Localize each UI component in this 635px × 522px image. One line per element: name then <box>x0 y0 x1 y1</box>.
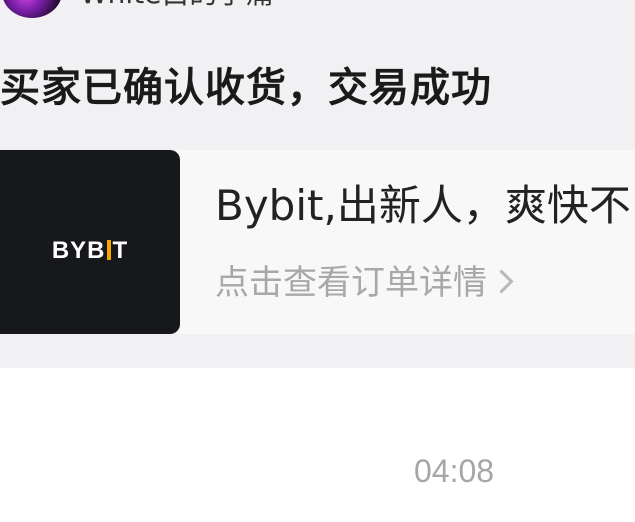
username: White白的手痛 <box>80 0 273 10</box>
product-title: Bybit,出新人，爽快不 <box>215 181 631 230</box>
message-area: White白的手痛 买家已确认收货，交易成功 BYBT Bybit,出新人，爽快… <box>0 0 635 368</box>
product-thumbnail: BYB T <box>0 150 180 334</box>
bybit-logo: BYB T <box>51 237 129 264</box>
message-timestamp: 04:08 <box>414 453 495 489</box>
avatar[interactable] <box>2 0 62 18</box>
order-card[interactable]: BYB T Bybit,出新人，爽快不 点击查看订单详情 <box>0 150 635 334</box>
transaction-status-text: 买家已确认收货，交易成功 <box>0 65 492 111</box>
view-order-details-label: 点击查看订单详情 <box>215 263 487 303</box>
logo-accent-bar <box>106 239 111 260</box>
chevron-right-icon <box>489 269 514 294</box>
view-order-details-link[interactable]: 点击查看订单详情 <box>215 260 514 306</box>
